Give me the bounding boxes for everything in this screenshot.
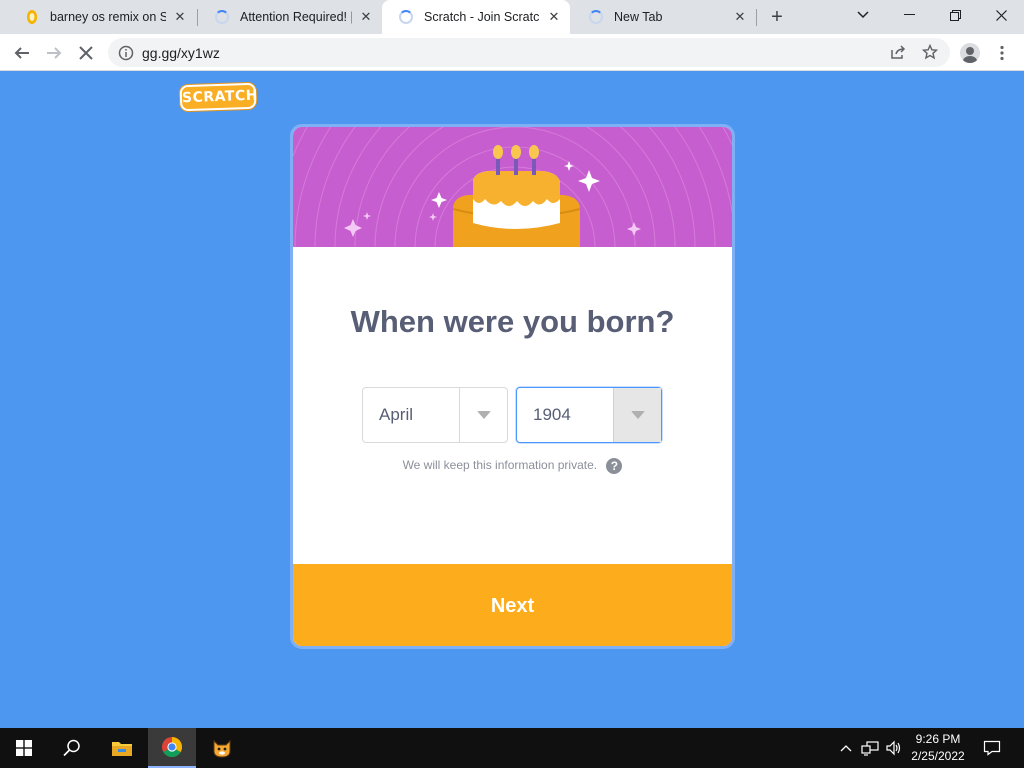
caret-down-icon (476, 411, 491, 419)
birthday-banner (293, 127, 732, 247)
tab-attention-required[interactable]: Attention Required! | C ✕ (198, 0, 382, 34)
url-text[interactable]: gg.gg/xy1wz (142, 45, 220, 61)
close-window-button[interactable] (978, 0, 1024, 30)
year-select[interactable]: 1904 (516, 387, 662, 443)
close-tab-icon[interactable]: ✕ (546, 9, 562, 25)
privacy-note-text: We will keep this information private. (402, 458, 598, 473)
search-button[interactable] (48, 728, 96, 768)
tab-title: Attention Required! | C (240, 10, 352, 24)
chevron-down-icon (857, 11, 869, 19)
tab-separator (756, 9, 757, 26)
month-select[interactable]: April (362, 387, 508, 443)
help-icon[interactable]: ? (606, 458, 623, 474)
taskbar: 9:26 PM 2/25/2022 (0, 728, 1024, 768)
menu-button[interactable] (988, 39, 1016, 67)
address-bar[interactable]: gg.gg/xy1wz (108, 38, 950, 67)
chrome-icon (162, 737, 182, 757)
scratch-cat-favicon-icon (24, 9, 40, 25)
restore-icon (949, 9, 961, 21)
scratch-taskbar-button[interactable] (198, 728, 246, 768)
browser-toolbar: gg.gg/xy1wz (0, 34, 1024, 71)
loading-spinner-icon (214, 9, 230, 25)
forward-button[interactable] (40, 39, 68, 67)
year-dropdown-toggle[interactable] (613, 388, 661, 442)
month-value[interactable]: April (363, 405, 459, 425)
tab-title: Scratch - Join Scratch (424, 10, 540, 24)
page-title: When were you born? (350, 304, 675, 339)
tab-title: barney os remix on Scr (50, 10, 166, 24)
arrow-right-icon (47, 47, 62, 59)
folder-icon (112, 742, 132, 756)
loading-spinner-icon (398, 9, 414, 25)
tab-search-button[interactable] (840, 0, 886, 30)
loading-spinner-icon (588, 9, 604, 25)
tab-new-tab[interactable]: New Tab ✕ (572, 0, 756, 34)
volume-icon[interactable] (884, 738, 904, 758)
arrow-left-icon (14, 47, 29, 59)
close-tab-icon[interactable]: ✕ (732, 9, 748, 25)
tab-join-scratch[interactable]: Scratch - Join Scratch ✕ (382, 0, 570, 34)
profile-button[interactable] (956, 39, 984, 67)
back-button[interactable] (8, 39, 36, 67)
avatar-icon (960, 43, 980, 63)
close-icon (79, 46, 93, 60)
search-icon (63, 739, 80, 757)
join-modal: When were you born? April 1904 We will k… (290, 124, 735, 649)
clock-time: 9:26 PM (915, 732, 961, 746)
network-icon[interactable] (860, 738, 880, 758)
stop-loading-button[interactable] (72, 39, 100, 67)
notifications-button[interactable] (982, 738, 1002, 758)
chrome-taskbar-button[interactable] (148, 728, 196, 768)
privacy-note: We will keep this information private. ? (293, 458, 732, 474)
month-dropdown-toggle[interactable] (459, 388, 507, 442)
show-hidden-icons-button[interactable] (836, 738, 856, 758)
scratch-cat-icon (213, 739, 231, 758)
clock-date: 2/25/2022 (911, 749, 965, 763)
taskbar-clock[interactable]: 9:26 PM 2/25/2022 (904, 731, 972, 765)
close-icon (995, 9, 1007, 21)
start-button[interactable] (0, 728, 48, 768)
next-button[interactable]: Next (293, 564, 732, 646)
tab-title: New Tab (614, 10, 663, 24)
chevron-up-icon (840, 745, 852, 752)
caret-down-icon (630, 411, 645, 419)
more-vertical-icon (1000, 45, 1004, 61)
tab-strip: barney os remix on Scr ✕ Attention Requi… (0, 0, 1024, 34)
notification-icon (983, 740, 1001, 756)
close-tab-icon[interactable]: ✕ (172, 9, 188, 25)
birthday-cake-illustration (293, 127, 732, 247)
restore-button[interactable] (932, 0, 978, 30)
star-icon[interactable] (920, 42, 940, 62)
birthdate-form: When were you born? April 1904 We will k… (293, 247, 732, 564)
info-icon[interactable] (118, 45, 134, 61)
file-explorer-button[interactable] (98, 728, 146, 768)
minimize-icon (903, 14, 915, 15)
year-value[interactable]: 1904 (517, 405, 613, 425)
close-tab-icon[interactable]: ✕ (358, 9, 374, 25)
new-tab-button[interactable]: + (764, 5, 790, 29)
tab-barney-os-remix[interactable]: barney os remix on Scr ✕ (8, 0, 196, 34)
scratch-logo[interactable]: SCRATCH (179, 82, 258, 112)
share-icon[interactable] (888, 42, 908, 62)
windows-logo-icon (16, 740, 32, 756)
minimize-button[interactable] (886, 0, 932, 30)
